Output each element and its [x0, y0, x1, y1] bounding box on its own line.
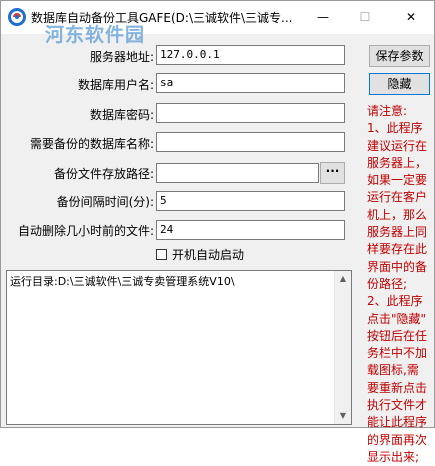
- minimize-button[interactable]: —: [300, 1, 346, 33]
- notice-line: 运行在客户: [367, 190, 428, 205]
- log-scrollbar[interactable]: ▲ ▼: [334, 271, 351, 424]
- close-button[interactable]: ✕: [388, 1, 434, 33]
- server-address-label: 服务器地址:: [89, 50, 154, 64]
- close-icon: ✕: [405, 10, 417, 24]
- db-name-label: 需要备份的数据库名称:: [29, 137, 154, 151]
- notice-line: 要重新点击: [367, 380, 428, 395]
- notice-line: 能让此程序: [367, 415, 428, 430]
- db-password-input[interactable]: [156, 103, 345, 123]
- title-bar[interactable]: 数据库自动备份工具GAFE(D:\三诚软件\三诚专... 河东软件园 — ☐ ✕: [1, 1, 434, 46]
- notice-line: 服务器上同: [367, 225, 428, 240]
- maximize-button[interactable]: ☐: [342, 1, 388, 33]
- notice-line: 样要存在此: [367, 242, 428, 257]
- notice-line: 点击"隐藏": [367, 311, 427, 326]
- db-password-label: 数据库密码:: [89, 108, 154, 122]
- autostart-label: 开机自动启动: [172, 247, 245, 262]
- db-name-input[interactable]: [156, 132, 345, 152]
- notice-line: 务栏中不加: [367, 346, 428, 361]
- log-textarea[interactable]: 运行目录:D:\三诚软件\三诚专卖管理系统V10\ ▲ ▼: [6, 270, 352, 425]
- auto-delete-hours-input[interactable]: 24: [156, 220, 345, 240]
- scroll-up-icon[interactable]: ▲: [335, 271, 351, 287]
- notice-line: 执行文件才: [367, 398, 428, 413]
- db-user-label: 数据库用户名:: [77, 78, 154, 92]
- hide-button[interactable]: 隐藏: [369, 73, 430, 95]
- log-text: 运行目录:D:\三诚软件\三诚专卖管理系统V10\: [10, 275, 235, 288]
- notice-line: 载图标,需: [367, 363, 419, 378]
- notice-line: 的界面再次: [367, 432, 428, 447]
- auto-delete-label: 自动删除几小时前的文件:: [17, 224, 154, 238]
- notice-line: 界面中的备: [367, 259, 428, 274]
- autostart-checkbox[interactable]: [156, 248, 167, 260]
- db-user-input[interactable]: sa: [156, 73, 345, 93]
- scroll-down-icon[interactable]: ▼: [335, 408, 351, 424]
- browse-path-button[interactable]: ···: [320, 162, 345, 184]
- backup-path-label: 备份文件存放路径:: [53, 167, 154, 181]
- notice-line: 2、此程序: [367, 294, 423, 309]
- maximize-icon: ☐: [359, 10, 371, 24]
- notice-line: 服务器上，: [367, 155, 428, 170]
- notice-line: 1、此程序: [367, 121, 423, 136]
- notice-line: 建议运行在: [367, 138, 428, 153]
- backup-path-input[interactable]: [156, 163, 319, 183]
- notice-line: 按钮后在任: [367, 328, 428, 343]
- app-icon: [8, 8, 26, 26]
- autostart-option[interactable]: 开机自动启动: [156, 246, 244, 262]
- save-params-button[interactable]: 保存参数: [369, 45, 430, 67]
- notice-line: 显示出来;: [367, 449, 420, 464]
- server-address-input[interactable]: 127.0.0.1: [156, 45, 345, 65]
- notice-line: 机上，那么: [367, 207, 428, 222]
- notice-line: 请注意:: [367, 104, 408, 118]
- app-window: 数据库自动备份工具GAFE(D:\三诚软件\三诚专... 河东软件园 — ☐ ✕…: [0, 0, 435, 464]
- watermark-logo: 河东软件园: [45, 24, 146, 46]
- notice-line: 如果一定要: [367, 173, 428, 188]
- backup-interval-input[interactable]: 5: [156, 191, 345, 211]
- notice-line: 份路径;: [367, 276, 408, 291]
- minimize-icon: —: [317, 10, 329, 24]
- backup-interval-label: 备份间隔时间(分):: [56, 195, 154, 209]
- notice-text: 请注意: 1、此程序 建议运行在 服务器上， 如果一定要 运行在客户 机上，那么…: [367, 103, 433, 466]
